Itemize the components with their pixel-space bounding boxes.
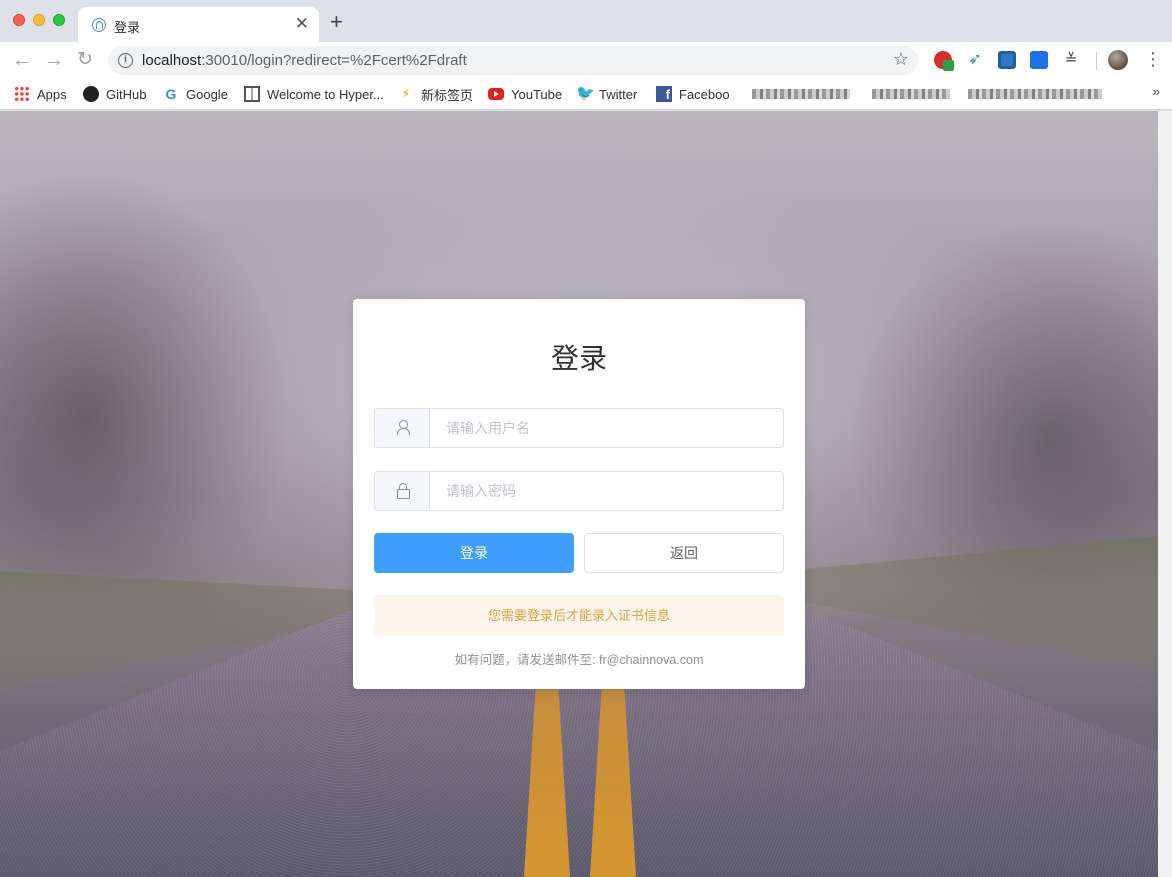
bookmark-label: Apps <box>37 86 67 102</box>
password-prepend <box>375 472 430 510</box>
login-required-notice: 您需要登录后才能录入证书信息 <box>374 595 784 636</box>
bookmark-redacted-1[interactable] <box>752 84 850 104</box>
maximize-window-button[interactable] <box>53 14 65 26</box>
password-field[interactable] <box>374 471 784 511</box>
toolbar-divider <box>1096 52 1097 70</box>
tab-close-icon[interactable]: ✕ <box>295 14 309 34</box>
redacted-bookmark <box>752 89 850 99</box>
redacted-bookmark <box>968 89 1102 99</box>
contact-text: 如有问题，请发送邮件至: fr@chainnova.com <box>353 649 805 668</box>
bookmark-new-tab[interactable]: ⚡ 新标签页 <box>398 84 473 104</box>
bookmark-apps[interactable]: Apps <box>14 84 67 104</box>
extension-red-icon[interactable] <box>934 51 954 71</box>
github-icon <box>83 86 99 102</box>
bookmark-google[interactable]: G Google <box>163 84 228 104</box>
url-path: :30010/login?redirect=%2Fcert%2Fdraft <box>201 52 467 69</box>
bookmark-redacted-2[interactable] <box>872 84 950 104</box>
site-favicon-icon <box>92 18 106 32</box>
back-arrow-icon[interactable]: ← <box>12 49 32 71</box>
username-input[interactable] <box>431 409 781 447</box>
bookmark-twitter[interactable]: 🐦 Twitter <box>576 84 637 104</box>
login-title: 登录 <box>550 343 607 374</box>
apps-grid-icon <box>14 86 30 102</box>
bookmark-github[interactable]: GitHub <box>83 84 146 104</box>
bookmark-label: GitHub <box>106 86 147 102</box>
page-scrollbar[interactable] <box>1158 111 1172 877</box>
facebook-icon: f <box>656 86 672 102</box>
new-tab-button[interactable]: + <box>330 11 343 33</box>
extension-bird-icon[interactable]: ➶ <box>966 51 984 69</box>
bookmark-label: YouTube <box>511 86 563 102</box>
browser-toolbar: ← → ↻ i localhost:30010/login?redirect=%… <box>0 42 1172 78</box>
lock-icon <box>397 483 410 499</box>
newtab-page-icon: ⚡ <box>401 86 411 101</box>
bookmark-label: Faceboo <box>679 86 730 102</box>
url-text[interactable]: localhost:30010/login?redirect=%2Fcert%2… <box>142 52 467 69</box>
browser-tab[interactable]: 登录 ✕ <box>78 7 319 42</box>
forward-arrow-icon[interactable]: → <box>44 49 64 71</box>
bookmark-youtube[interactable]: YouTube <box>488 84 562 104</box>
minimize-window-button[interactable] <box>33 14 45 26</box>
bookmark-label: Twitter <box>599 86 638 102</box>
close-window-button[interactable] <box>13 14 25 26</box>
bookmark-hyper[interactable]: Welcome to Hyper... <box>244 84 384 104</box>
password-input[interactable] <box>431 472 781 510</box>
url-host: localhost <box>142 52 202 69</box>
redacted-bookmark <box>872 89 950 99</box>
contact-prefix: 如有问题，请发送邮件至: <box>454 653 600 667</box>
extension-blue-icon[interactable] <box>1030 51 1048 69</box>
tab-title: 登录 <box>114 20 141 35</box>
login-card: 登录 登录 返回 您需要登录后才能录入证书信息 如有问题，请发送邮件至: fr@… <box>353 299 805 689</box>
bookmark-redacted-3[interactable] <box>968 84 1102 104</box>
back-button[interactable]: 返回 <box>584 533 784 573</box>
username-prepend <box>375 409 430 447</box>
profile-avatar[interactable] <box>1108 50 1128 70</box>
browser-tab-strip: 登录 ✕ + <box>0 0 1172 42</box>
user-icon <box>397 420 410 435</box>
google-icon: G <box>165 86 177 102</box>
bookmark-facebook[interactable]: f Faceboo <box>656 84 730 104</box>
extension-box-icon[interactable] <box>998 51 1016 69</box>
bookmark-label: Google <box>186 86 228 102</box>
address-bar[interactable]: i localhost:30010/login?redirect=%2Fcert… <box>108 46 918 75</box>
site-info-icon[interactable]: i <box>118 53 133 68</box>
more-bookmarks-icon[interactable]: » <box>1152 83 1160 99</box>
username-field[interactable] <box>374 408 784 448</box>
extension-layers-icon[interactable]: ≚ <box>1062 51 1080 69</box>
hyper-icon <box>244 86 260 102</box>
bookmark-label: 新标签页 <box>421 87 474 103</box>
twitter-icon: 🐦 <box>576 85 595 102</box>
browser-menu-icon[interactable]: ⋮ <box>1144 49 1162 69</box>
contact-email: fr@chainnova.com <box>599 653 704 667</box>
reload-icon[interactable]: ↻ <box>77 49 93 71</box>
bookmark-label: Welcome to Hyper... <box>267 86 384 102</box>
youtube-icon <box>488 88 504 100</box>
bookmark-star-icon[interactable]: ☆ <box>893 49 909 70</box>
login-button[interactable]: 登录 <box>374 533 574 573</box>
bookmarks-bar: Apps GitHub G Google Welcome to Hyper... … <box>0 78 1172 110</box>
